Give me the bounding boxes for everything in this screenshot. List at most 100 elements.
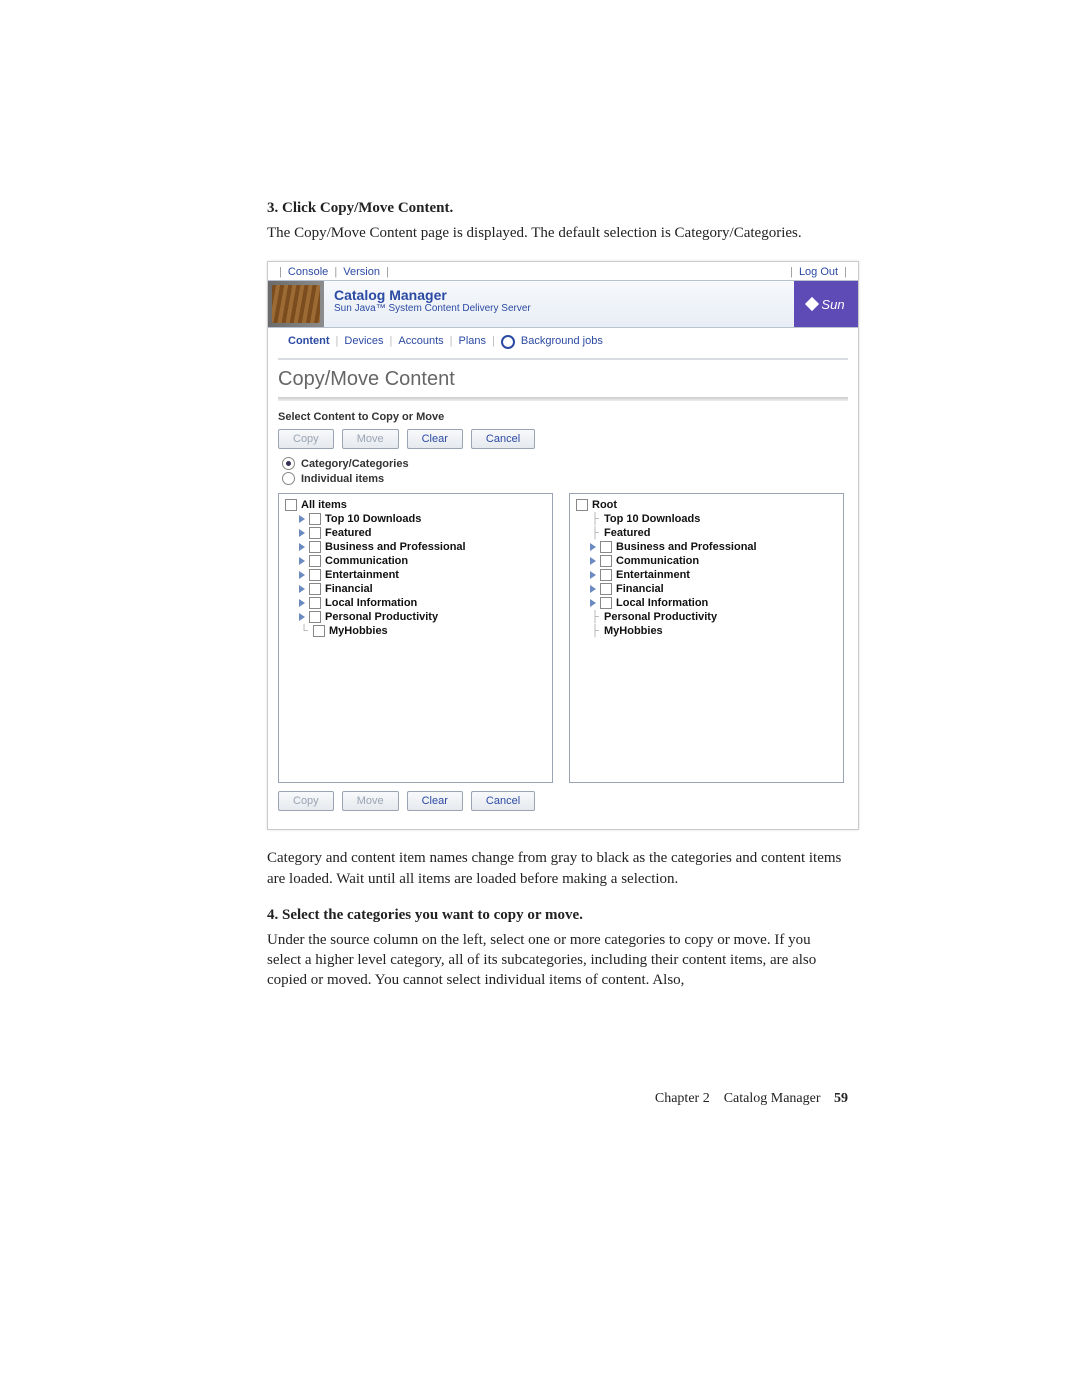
section-label: Select Content to Copy or Move (278, 411, 848, 423)
tree-line-icon: ├ (590, 611, 600, 623)
gear-icon (501, 335, 515, 349)
topbar: | Console | Version | | Log Out | (268, 262, 858, 280)
link-console[interactable]: Console (288, 266, 328, 278)
radio-individual[interactable]: Individual items (282, 472, 848, 485)
step3-num: 3. (267, 200, 278, 216)
header-subtitle: Sun Java™ System Content Delivery Server (334, 303, 784, 314)
tree-root[interactable]: All items (285, 498, 546, 512)
books-icon (268, 281, 324, 327)
checkbox-icon[interactable] (600, 541, 612, 553)
checkbox-icon[interactable] (285, 499, 297, 511)
checkbox-icon[interactable] (600, 569, 612, 581)
checkbox-icon[interactable] (309, 583, 321, 595)
nav-plans[interactable]: Plans (459, 335, 487, 347)
tree-item[interactable]: Featured (285, 526, 546, 540)
cancel-button[interactable]: Cancel (471, 791, 535, 811)
expander-icon[interactable] (299, 557, 305, 565)
tree-item[interactable]: Communication (285, 554, 546, 568)
button-row-top: Copy Move Clear Cancel (278, 429, 848, 449)
radio-categories-label: Category/Categories (301, 458, 409, 470)
tree-item[interactable]: Entertainment (576, 568, 837, 582)
footer-chapter: Chapter 2 (655, 1091, 710, 1106)
checkbox-icon[interactable] (309, 527, 321, 539)
tree-item-label: Financial (616, 583, 664, 595)
after-screenshot-text: Category and content item names change f… (267, 848, 848, 889)
tree-item[interactable]: Communication (576, 554, 837, 568)
tree-item[interactable]: Financial (285, 582, 546, 596)
clear-button[interactable]: Clear (407, 791, 463, 811)
tree-item[interactable]: Business and Professional (576, 540, 837, 554)
checkbox-icon[interactable] (600, 555, 612, 567)
nav-devices[interactable]: Devices (344, 335, 383, 347)
expander-icon[interactable] (299, 515, 305, 523)
tree-line-icon: └ (299, 625, 309, 637)
checkbox-icon[interactable] (309, 513, 321, 525)
link-version[interactable]: Version (343, 266, 380, 278)
checkbox-icon[interactable] (309, 555, 321, 567)
checkbox-icon[interactable] (309, 611, 321, 623)
checkbox-icon[interactable] (309, 541, 321, 553)
expander-icon[interactable] (299, 571, 305, 579)
radio-categories[interactable]: Category/Categories (282, 457, 848, 470)
tree-item[interactable]: Local Information (285, 596, 546, 610)
expander-icon[interactable] (299, 613, 305, 621)
sun-label: Sun (821, 297, 844, 312)
tree-line-icon: ├ (590, 513, 600, 525)
copy-button[interactable]: Copy (278, 791, 334, 811)
sun-logo: Sun (794, 281, 858, 327)
step4-num: 4. (267, 907, 278, 923)
sun-diamond-icon (805, 297, 819, 311)
link-logout[interactable]: Log Out (799, 266, 838, 278)
page-footer: Chapter 2 Catalog Manager 59 (655, 1091, 848, 1107)
tree-item[interactable]: ├ Top 10 Downloads (576, 512, 837, 526)
tree-root-label: Root (592, 499, 617, 511)
tree-item[interactable]: ├Featured (576, 526, 837, 540)
tree-item-label: Business and Professional (616, 541, 757, 553)
header-title: Catalog Manager (334, 287, 784, 303)
expander-icon[interactable] (590, 571, 596, 579)
tree-item[interactable]: Local Information (576, 596, 837, 610)
dest-tree-panel: Root ├ Top 10 Downloads├FeaturedBusiness … (569, 493, 844, 783)
copy-button[interactable]: Copy (278, 429, 334, 449)
expander-icon[interactable] (590, 543, 596, 551)
expander-icon[interactable] (590, 585, 596, 593)
tree-item[interactable]: Personal Productivity (285, 610, 546, 624)
tree-root[interactable]: Root (576, 498, 837, 512)
expander-icon[interactable] (299, 543, 305, 551)
checkbox-icon[interactable] (309, 597, 321, 609)
nav-accounts[interactable]: Accounts (398, 335, 443, 347)
step4-body: Under the source column on the left, sel… (267, 930, 848, 991)
tree-line-icon: ├ (590, 625, 600, 637)
expander-icon[interactable] (299, 599, 305, 607)
checkbox-icon[interactable] (576, 499, 588, 511)
move-button[interactable]: Move (342, 429, 399, 449)
tree-item[interactable]: ├Personal Productivity (576, 610, 837, 624)
tree-root-label: All items (301, 499, 347, 511)
expander-icon[interactable] (299, 585, 305, 593)
checkbox-icon[interactable] (600, 583, 612, 595)
tree-item[interactable]: └MyHobbies (285, 624, 546, 638)
tree-item-label: Top 10 Downloads (604, 513, 700, 525)
tree-item[interactable]: Financial (576, 582, 837, 596)
tree-item-label: Financial (325, 583, 373, 595)
tree-item[interactable]: Top 10 Downloads (285, 512, 546, 526)
expander-icon[interactable] (590, 557, 596, 565)
checkbox-icon[interactable] (313, 625, 325, 637)
tree-item[interactable]: ├ MyHobbies (576, 624, 837, 638)
tree-line-icon: ├ (590, 527, 600, 539)
radio-individual-label: Individual items (301, 473, 384, 485)
tree-item[interactable]: Business and Professional (285, 540, 546, 554)
clear-button[interactable]: Clear (407, 429, 463, 449)
move-button[interactable]: Move (342, 791, 399, 811)
checkbox-icon[interactable] (600, 597, 612, 609)
expander-icon[interactable] (299, 529, 305, 537)
tree-item-label: Communication (325, 555, 408, 567)
nav-content[interactable]: Content (288, 335, 330, 347)
cancel-button[interactable]: Cancel (471, 429, 535, 449)
header-band: Catalog Manager Sun Java™ System Content… (268, 280, 858, 328)
nav-background-jobs[interactable]: Background jobs (521, 335, 603, 347)
tree-item-label: MyHobbies (604, 625, 663, 637)
tree-item[interactable]: Entertainment (285, 568, 546, 582)
checkbox-icon[interactable] (309, 569, 321, 581)
expander-icon[interactable] (590, 599, 596, 607)
